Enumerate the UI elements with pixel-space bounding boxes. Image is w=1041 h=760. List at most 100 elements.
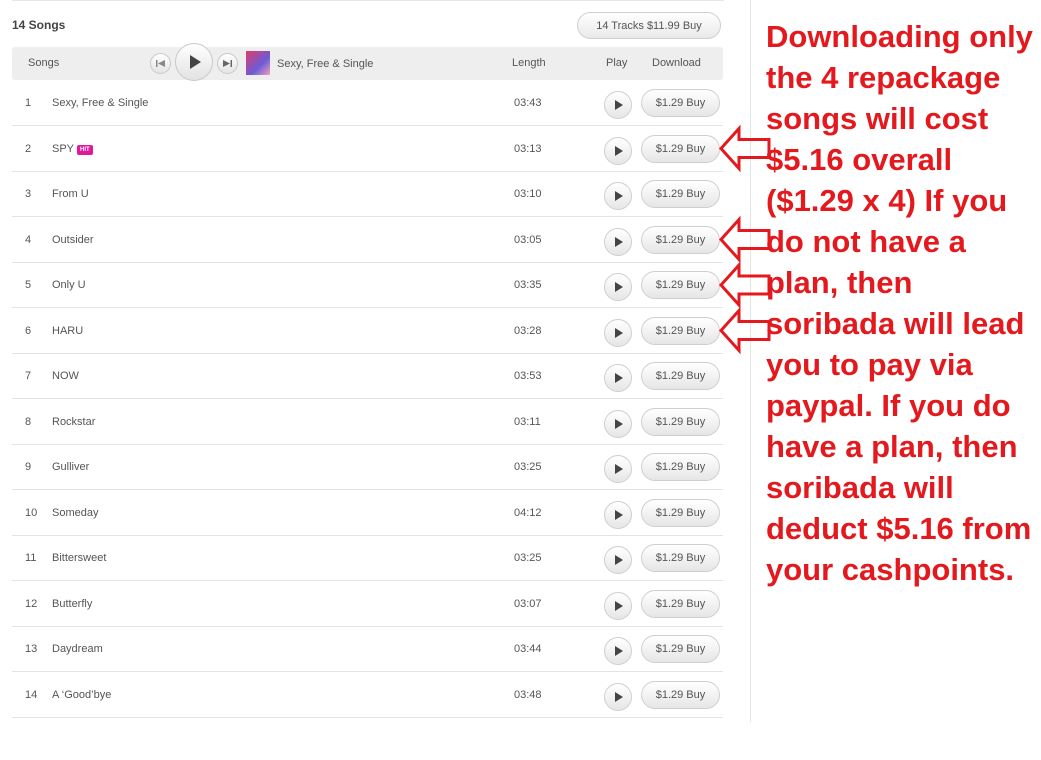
track-buy-button[interactable]: $1.29 Buy xyxy=(641,635,720,663)
track-length: 03:25 xyxy=(514,552,542,564)
track-play-button[interactable] xyxy=(604,682,632,711)
previous-track-button[interactable] xyxy=(150,53,171,74)
track-title: Only U xyxy=(52,279,86,291)
track-title: Gulliver xyxy=(52,461,89,473)
track-title: Sexy, Free & Single xyxy=(52,97,148,109)
track-length: 03:10 xyxy=(514,188,542,200)
track-row[interactable]: 6 HARU 03:28 $1.29 Buy xyxy=(12,309,723,354)
track-number: 9 xyxy=(25,461,32,473)
player-play-button[interactable] xyxy=(175,43,213,81)
track-buy-button[interactable]: $1.29 Buy xyxy=(641,225,720,254)
now-playing-title: Sexy, Free & Single xyxy=(277,58,374,70)
track-buy-button[interactable]: $1.29 Buy xyxy=(641,680,720,709)
track-length: 03:05 xyxy=(514,233,542,246)
track-title: HARU xyxy=(52,325,83,337)
buy-album-button[interactable]: 14 Tracks $11.99 Buy xyxy=(577,12,721,39)
track-buy-button[interactable]: $1.29 Buy xyxy=(641,271,720,299)
play-icon xyxy=(615,236,623,247)
track-play-button[interactable] xyxy=(604,273,632,301)
track-length: 04:12 xyxy=(514,506,542,519)
track-play-button[interactable] xyxy=(604,591,632,620)
next-icon xyxy=(223,60,232,67)
track-row[interactable]: 1 Sexy, Free & Single 03:43 $1.29 Buy xyxy=(12,81,723,126)
track-play-button[interactable] xyxy=(604,409,632,438)
track-buy-button[interactable]: $1.29 Buy xyxy=(641,589,720,618)
track-title-text: Sexy, Free & Single xyxy=(52,97,149,109)
track-play-button[interactable] xyxy=(604,182,632,210)
track-length: 03:07 xyxy=(514,597,542,610)
track-title: Outsider xyxy=(52,234,94,246)
track-buy-button[interactable]: $1.29 Buy xyxy=(641,407,720,436)
track-title: Rockstar xyxy=(52,416,95,428)
track-number: 7 xyxy=(25,370,32,382)
play-icon xyxy=(615,100,623,110)
track-title-text: Someday xyxy=(52,506,99,519)
track-title: From U xyxy=(52,188,89,200)
play-icon xyxy=(615,373,623,383)
track-buy-button[interactable]: $1.29 Buy xyxy=(641,180,720,208)
track-play-button[interactable] xyxy=(604,500,632,529)
track-number: 8 xyxy=(25,415,32,428)
track-title: NOW xyxy=(52,370,79,382)
track-row[interactable]: 10 Someday 04:12 $1.29 Buy xyxy=(12,491,723,536)
track-buy-button[interactable]: $1.29 Buy xyxy=(641,544,720,572)
track-buy-button[interactable]: $1.29 Buy xyxy=(641,89,720,117)
track-row[interactable]: 8 Rockstar 03:11 $1.29 Buy xyxy=(12,400,723,445)
track-number: 1 xyxy=(25,97,32,109)
track-buy-button[interactable]: $1.29 Buy xyxy=(641,362,720,390)
track-number: 11 xyxy=(25,552,37,564)
play-icon xyxy=(615,145,623,156)
track-length: 03:53 xyxy=(514,370,542,382)
track-row[interactable]: 11 Bittersweet 03:25 $1.29 Buy xyxy=(12,536,723,581)
previous-icon xyxy=(156,60,165,67)
track-row[interactable]: 9 Gulliver 03:25 $1.29 Buy xyxy=(12,445,723,490)
track-length: 03:13 xyxy=(514,142,542,155)
track-title: Daydream xyxy=(52,643,103,655)
track-title: Someday xyxy=(52,507,98,519)
track-play-button[interactable] xyxy=(604,364,632,392)
songs-count: 14 Songs xyxy=(12,18,66,32)
album-thumbnail[interactable] xyxy=(246,51,270,75)
track-title-text: HARU xyxy=(52,324,84,337)
play-icon xyxy=(615,691,623,702)
track-play-button[interactable] xyxy=(604,455,632,483)
track-title-text: SPY xyxy=(52,142,75,155)
track-length: 03:44 xyxy=(514,643,542,655)
track-row[interactable]: 12 Butterfly 03:07 $1.29 Buy xyxy=(12,582,723,627)
track-play-button[interactable] xyxy=(604,318,632,347)
track-play-button[interactable] xyxy=(604,637,632,665)
track-length: 03:35 xyxy=(514,279,542,291)
track-row[interactable]: 14 A ‘Good’bye 03:48 $1.29 Buy xyxy=(12,673,723,718)
track-row[interactable]: 5 Only U 03:35 $1.29 Buy xyxy=(12,263,723,308)
track-number: 2 xyxy=(25,142,32,155)
track-play-button[interactable] xyxy=(604,136,632,165)
track-buy-button[interactable]: $1.29 Buy xyxy=(641,134,720,163)
next-track-button[interactable] xyxy=(217,53,238,74)
track-title-text: A ‘Good’bye xyxy=(52,688,112,701)
track-title-text: Daydream xyxy=(52,643,103,655)
track-row[interactable]: 4 Outsider 03:05 $1.29 Buy xyxy=(12,218,723,263)
track-title: Butterfly xyxy=(52,598,92,610)
track-length: 03:11 xyxy=(514,415,541,428)
track-row[interactable]: 7 NOW 03:53 $1.29 Buy xyxy=(12,354,723,399)
track-row[interactable]: 13 Daydream 03:44 $1.29 Buy xyxy=(12,627,723,672)
track-play-button[interactable] xyxy=(604,546,632,574)
track-title-text: Only U xyxy=(52,279,86,291)
track-buy-button[interactable]: $1.29 Buy xyxy=(641,453,720,481)
track-title: A ‘Good’bye xyxy=(52,689,111,701)
track-buy-button[interactable]: $1.29 Buy xyxy=(641,316,720,345)
track-number: 6 xyxy=(25,324,32,337)
play-icon xyxy=(189,55,201,69)
track-length: 03:28 xyxy=(514,324,542,337)
track-play-button[interactable] xyxy=(604,227,632,256)
column-download: Download xyxy=(652,57,701,69)
track-title-text: Butterfly xyxy=(52,597,93,610)
track-number: 12 xyxy=(25,597,38,610)
track-buy-button[interactable]: $1.29 Buy xyxy=(641,498,720,527)
annotation-note: Downloading only the 4 repackage songs w… xyxy=(766,19,1033,587)
track-row[interactable]: 2 SPY HIT 03:13 $1.29 Buy xyxy=(12,127,723,172)
play-icon xyxy=(615,191,623,201)
track-play-button[interactable] xyxy=(604,91,632,119)
track-row[interactable]: 3 From U 03:10 $1.29 Buy xyxy=(12,172,723,217)
track-length: 03:43 xyxy=(514,97,542,109)
